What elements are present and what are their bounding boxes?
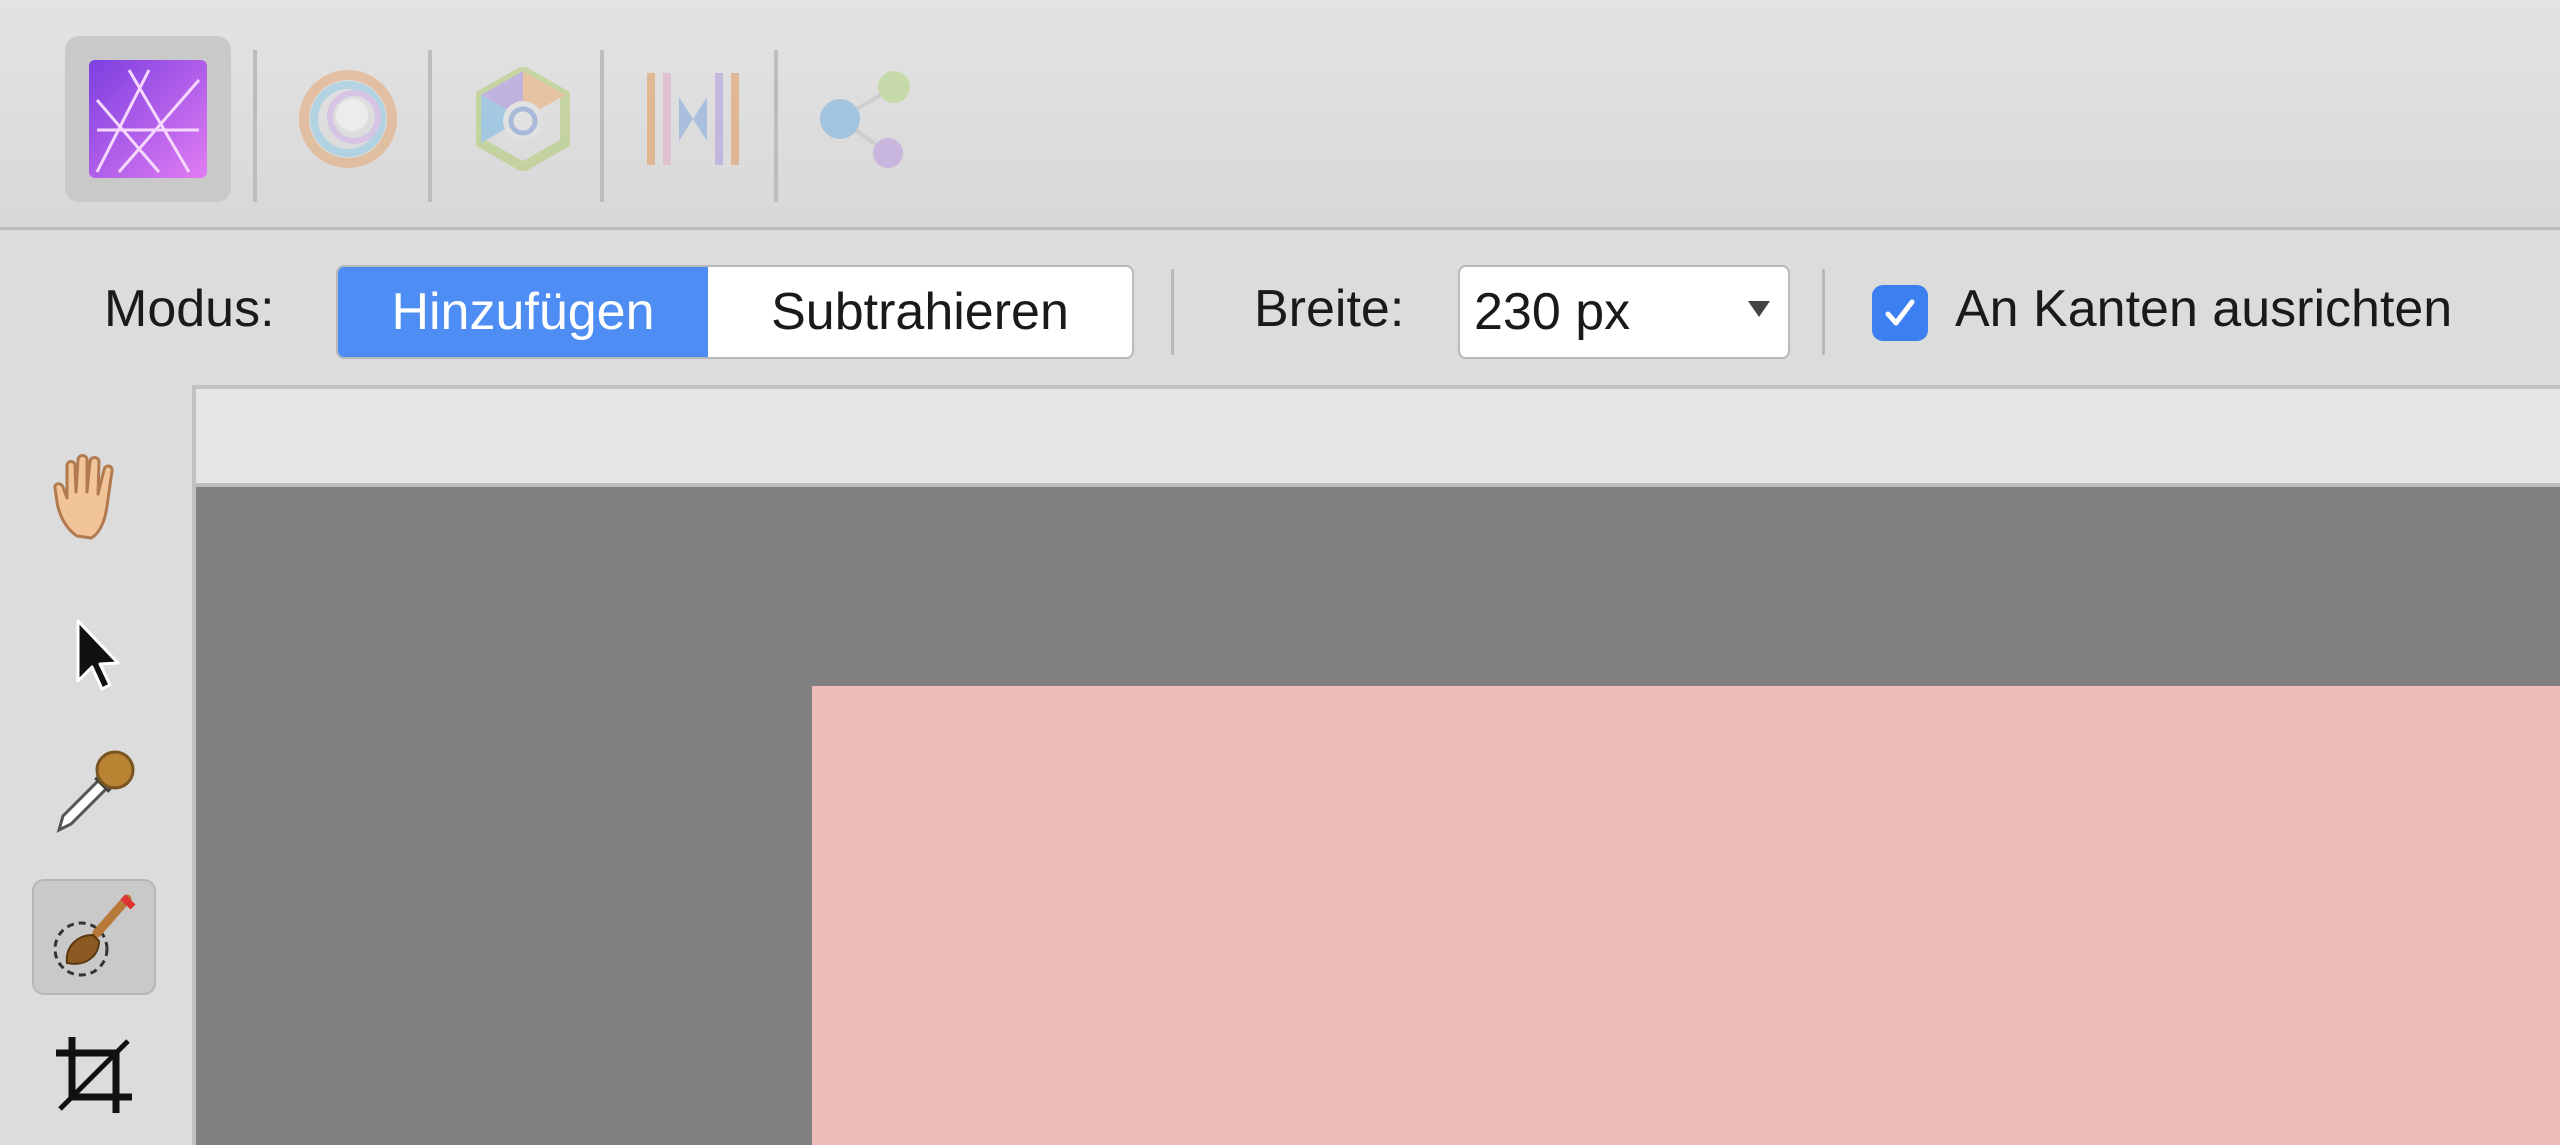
persona-separator: [428, 50, 432, 202]
tone-mapping-persona-button[interactable]: [610, 36, 776, 202]
develop-persona-icon: [476, 67, 570, 171]
color-picker-icon: [56, 750, 135, 833]
mode-subtract-button[interactable]: Subtrahieren: [708, 267, 1132, 357]
mode-add-button[interactable]: Hinzufügen: [338, 267, 708, 357]
affinity-photo-window: Modus: Hinzufügen Subtrahieren Breite: 2…: [0, 0, 2560, 1145]
snap-to-edges-label: An Kanten ausrichten: [1955, 280, 2453, 338]
hand-icon: [53, 454, 114, 540]
document-tab-bar: [192, 385, 2560, 487]
export-persona-icon: [820, 71, 910, 168]
mode-segmented-control: Hinzufügen Subtrahieren: [336, 265, 1134, 359]
photo-persona-button[interactable]: [65, 36, 231, 202]
persona-separator: [600, 50, 604, 202]
color-picker-tool-button[interactable]: [32, 733, 156, 849]
persona-separator: [253, 50, 257, 202]
tools-panel: [0, 385, 192, 1145]
selection-brush-icon: [53, 894, 136, 977]
affinity-photo-persona-icon: [89, 60, 207, 178]
mode-label: Modus:: [104, 280, 275, 338]
width-dropdown[interactable]: 230 px: [1458, 265, 1790, 359]
width-value: 230 px: [1474, 283, 1631, 341]
toolbar-separator: [1171, 269, 1174, 355]
crop-icon: [56, 1037, 132, 1113]
export-persona-button[interactable]: [783, 36, 949, 202]
liquify-persona-icon: [299, 70, 397, 168]
crop-tool-button[interactable]: [32, 1017, 156, 1133]
move-tool-button[interactable]: [32, 597, 156, 713]
move-pointer-icon: [76, 619, 120, 691]
toolbar-separator: [1822, 269, 1825, 355]
width-label: Breite:: [1254, 280, 1405, 338]
liquify-persona-button[interactable]: [265, 36, 431, 202]
document-image[interactable]: [812, 686, 2560, 1145]
develop-persona-button[interactable]: [440, 36, 606, 202]
selection-brush-tool-button[interactable]: [32, 879, 156, 995]
tone-mapping-persona-icon: [647, 73, 739, 165]
context-toolbar: Modus: Hinzufügen Subtrahieren Breite: 2…: [0, 233, 2560, 385]
persona-bar: [0, 0, 2560, 230]
view-tool-button[interactable]: [32, 439, 156, 555]
checkmark-icon: [1885, 299, 1915, 326]
chevron-down-icon: [1748, 301, 1770, 317]
persona-separator: [774, 50, 778, 202]
snap-to-edges-checkbox[interactable]: [1872, 285, 1928, 341]
